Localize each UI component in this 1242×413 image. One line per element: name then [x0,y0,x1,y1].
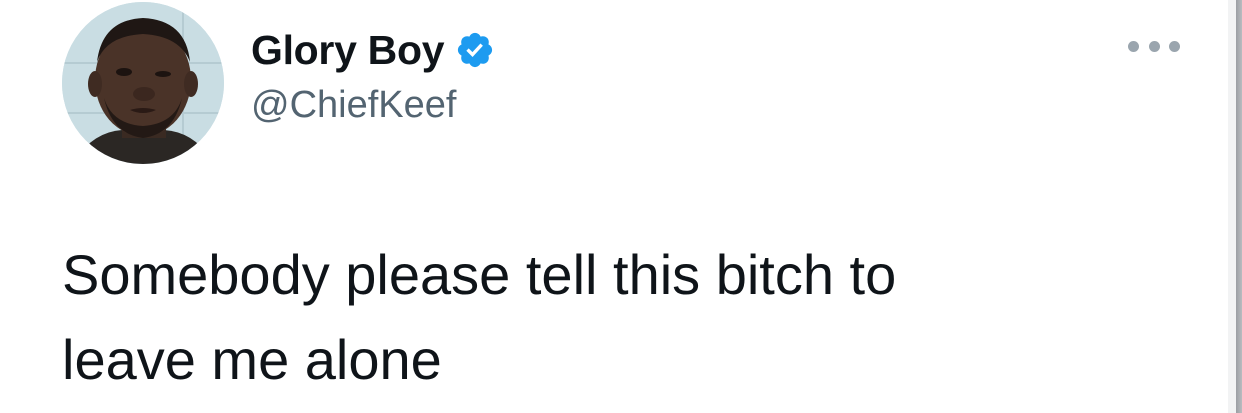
more-horizontal-icon[interactable] [1128,34,1180,58]
tweet-card: Glory Boy @ChiefKeef Somebody please tel… [0,0,1242,413]
author-name-row: Glory Boy [251,20,495,80]
more-dot [1128,40,1139,52]
author-handle[interactable]: @ChiefKeef [251,86,456,124]
scrollbar[interactable] [1228,0,1242,413]
tweet-text: Somebody please tell this bitch to leave… [62,243,897,391]
avatar-photo [62,2,224,164]
author-display-name[interactable]: Glory Boy [251,29,445,71]
verified-badge-icon [455,30,495,70]
more-dot [1169,40,1180,52]
author-avatar[interactable] [62,2,224,164]
more-dot [1148,40,1160,52]
